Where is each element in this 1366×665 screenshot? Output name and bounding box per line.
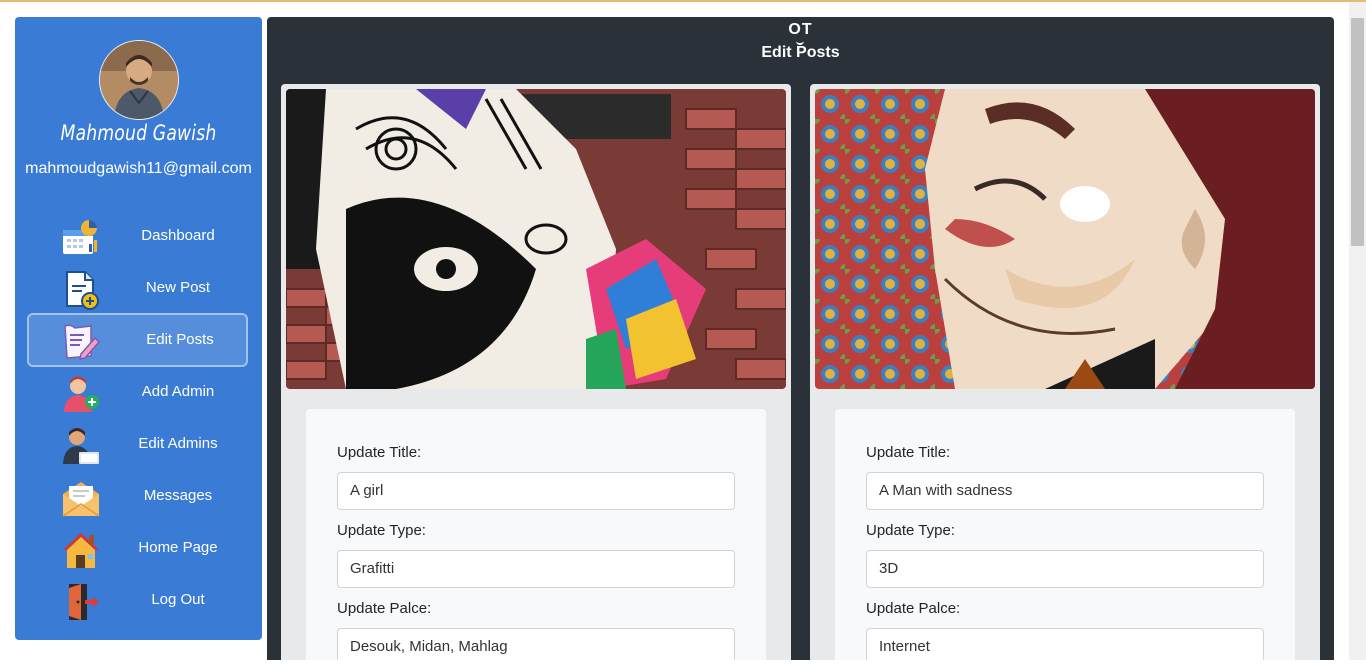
profile-name: Mahmoud Gawish [60, 121, 217, 145]
post-image [286, 89, 786, 389]
title-label: Update Title: [337, 444, 422, 461]
type-input[interactable]: Grafitti [337, 550, 735, 588]
sidebar-item-label: Edit Admins [138, 435, 218, 452]
type-input[interactable]: 3D [866, 550, 1264, 588]
place-label: Update Palce: [866, 600, 961, 617]
sidebar-item-dashboard[interactable]: Dashboard [27, 211, 248, 263]
edit-admins-icon [61, 426, 101, 466]
top-accent-line [0, 0, 1366, 2]
add-admin-icon [61, 374, 101, 414]
place-input[interactable]: Desouk, Midan, Mahlag [337, 628, 735, 660]
sidebar-item-messages[interactable]: Messages [27, 471, 248, 523]
sidebar-item-add-admin[interactable]: Add Admin [27, 367, 248, 419]
type-label: Update Type: [866, 522, 955, 539]
main-panel: OT Edit Posts Update Title: A girl Updat… [267, 17, 1334, 660]
post-card: Update Title: A girl Update Type: Grafit… [281, 84, 791, 660]
sidebar-item-edit-admins[interactable]: Edit Admins [27, 419, 248, 471]
new-post-icon [61, 270, 101, 310]
edit-posts-icon [61, 322, 101, 362]
sidebar-item-new-post[interactable]: New Post [27, 263, 248, 315]
home-icon [61, 530, 101, 570]
place-input[interactable]: Internet [866, 628, 1264, 660]
title-label: Update Title: [866, 444, 951, 461]
sidebar-item-label: Add Admin [141, 383, 215, 400]
sidebar-item-label: Log Out [151, 591, 205, 608]
sidebar-item-home-page[interactable]: Home Page [27, 523, 248, 575]
page-title: Edit Posts [761, 44, 840, 61]
site-logo: OT [788, 21, 813, 38]
sidebar-item-edit-posts[interactable]: Edit Posts [27, 313, 248, 367]
sidebar-item-label: New Post [145, 279, 211, 296]
title-input[interactable]: A Man with sadness [866, 472, 1264, 510]
post-image [815, 89, 1315, 389]
place-label: Update Palce: [337, 600, 432, 617]
post-edit-form: Update Title: A Man with sadness Update … [835, 409, 1295, 660]
logout-icon [61, 582, 101, 622]
scrollbar-thumb[interactable] [1351, 18, 1364, 246]
page-scrollbar[interactable] [1349, 2, 1366, 660]
dashboard-icon [61, 218, 101, 258]
sidebar-item-label: Home Page [138, 539, 218, 556]
messages-icon [61, 478, 101, 518]
type-label: Update Type: [337, 522, 426, 539]
sidebar-item-label: Edit Posts [146, 331, 214, 348]
title-input[interactable]: A girl [337, 472, 735, 510]
post-card: Update Title: A Man with sadness Update … [810, 84, 1320, 660]
avatar [99, 40, 179, 120]
post-edit-form: Update Title: A girl Update Type: Grafit… [306, 409, 766, 660]
sidebar-item-label: Messages [143, 487, 213, 504]
sidebar-item-log-out[interactable]: Log Out [27, 575, 248, 627]
sidebar-item-label: Dashboard [141, 227, 215, 244]
profile-email: mahmoudgawish11@gmail.com [25, 160, 252, 177]
sidebar: Mahmoud Gawish mahmoudgawish11@gmail.com… [15, 17, 262, 640]
